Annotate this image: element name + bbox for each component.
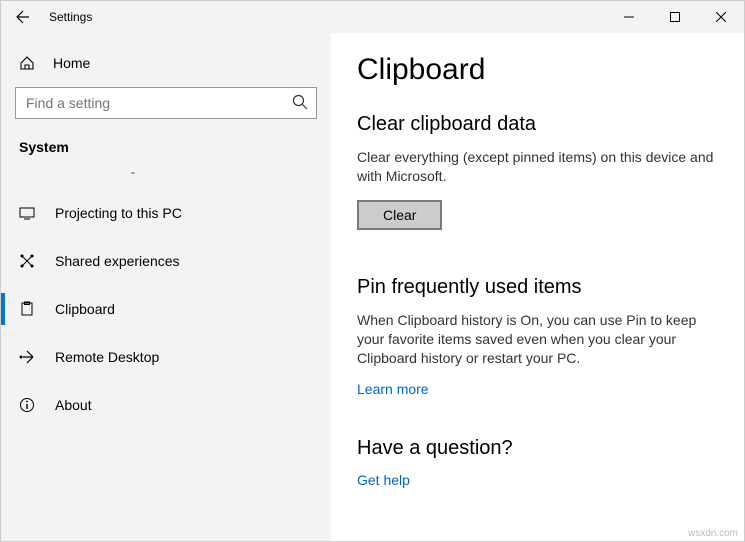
- sidebar-item-remote-desktop[interactable]: Remote Desktop: [1, 333, 331, 381]
- sidebar-item-label: Clipboard: [43, 301, 115, 317]
- window-title: Settings: [45, 10, 92, 24]
- minimize-button[interactable]: [606, 1, 652, 33]
- content: Clipboard Clear clipboard data Clear eve…: [331, 33, 744, 541]
- home-icon: [19, 55, 43, 71]
- sidebar-dash: -: [1, 165, 331, 189]
- sidebar: Home System - Projecting to this PC Shar…: [1, 33, 331, 541]
- sidebar-item-projecting[interactable]: Projecting to this PC: [1, 189, 331, 237]
- close-icon: [716, 12, 726, 22]
- sidebar-item-label: About: [43, 397, 92, 413]
- get-help-link[interactable]: Get help: [357, 472, 410, 488]
- titlebar: Settings: [1, 1, 744, 33]
- search-row: [15, 87, 317, 119]
- sidebar-item-shared-experiences[interactable]: Shared experiences: [1, 237, 331, 285]
- sidebar-item-clipboard[interactable]: Clipboard: [1, 285, 331, 333]
- back-button[interactable]: [1, 1, 45, 33]
- remote-desktop-icon: [19, 349, 43, 365]
- shared-experiences-icon: [19, 253, 43, 269]
- clear-button[interactable]: Clear: [357, 200, 442, 230]
- section-clear-body: Clear everything (except pinned items) o…: [357, 148, 718, 186]
- page-title: Clipboard: [357, 53, 718, 87]
- sidebar-group-system: System: [1, 133, 331, 165]
- sidebar-home-label: Home: [43, 55, 90, 71]
- sidebar-item-about[interactable]: About: [1, 381, 331, 429]
- sidebar-item-label: Shared experiences: [43, 253, 180, 269]
- maximize-icon: [670, 12, 680, 22]
- section-clear-title: Clear clipboard data: [357, 113, 718, 136]
- clipboard-icon: [19, 301, 43, 317]
- section-pin-title: Pin frequently used items: [357, 276, 718, 299]
- projecting-icon: [19, 205, 43, 221]
- section-question-title: Have a question?: [357, 437, 718, 460]
- arrow-left-icon: [15, 9, 31, 25]
- maximize-button[interactable]: [652, 1, 698, 33]
- sidebar-item-label: Projecting to this PC: [43, 205, 182, 221]
- sidebar-home[interactable]: Home: [1, 45, 331, 81]
- about-icon: [19, 397, 43, 413]
- sidebar-item-label: Remote Desktop: [43, 349, 159, 365]
- section-pin-body: When Clipboard history is On, you can us…: [357, 311, 718, 368]
- layout: Home System - Projecting to this PC Shar…: [1, 33, 744, 541]
- close-button[interactable]: [698, 1, 744, 33]
- watermark: wsxdn.com: [688, 528, 738, 539]
- search-icon[interactable]: [291, 93, 309, 111]
- learn-more-link[interactable]: Learn more: [357, 381, 429, 397]
- minimize-icon: [624, 12, 634, 22]
- search-input[interactable]: [15, 87, 317, 119]
